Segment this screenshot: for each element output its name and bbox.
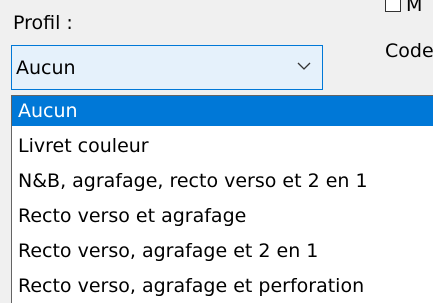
dropdown-option[interactable]: Aucun	[12, 96, 433, 126]
profile-dropdown-list: Aucun Livret couleur N&B, agrafage, rect…	[11, 95, 433, 303]
profile-combobox-value: Aucun	[16, 57, 76, 79]
profile-combobox[interactable]: Aucun	[11, 45, 323, 90]
code-label: Code	[385, 40, 433, 62]
dropdown-option[interactable]: Recto verso et agrafage	[12, 201, 433, 231]
dropdown-option[interactable]: N&B, agrafage, recto verso et 2 en 1	[12, 166, 433, 196]
dropdown-option[interactable]: Livret couleur	[12, 131, 433, 161]
chevron-down-icon[interactable]	[296, 60, 312, 72]
dropdown-option[interactable]: Recto verso, agrafage et 2 en 1	[12, 236, 433, 266]
print-settings-dialog: Profil : M Code Aucun Aucun Livret coule…	[0, 0, 433, 303]
option-checkbox-label: M	[406, 0, 423, 16]
dropdown-option[interactable]: Recto verso, agrafage et perforation	[12, 271, 433, 301]
option-checkbox[interactable]	[385, 0, 401, 12]
profile-label: Profil :	[13, 12, 73, 34]
